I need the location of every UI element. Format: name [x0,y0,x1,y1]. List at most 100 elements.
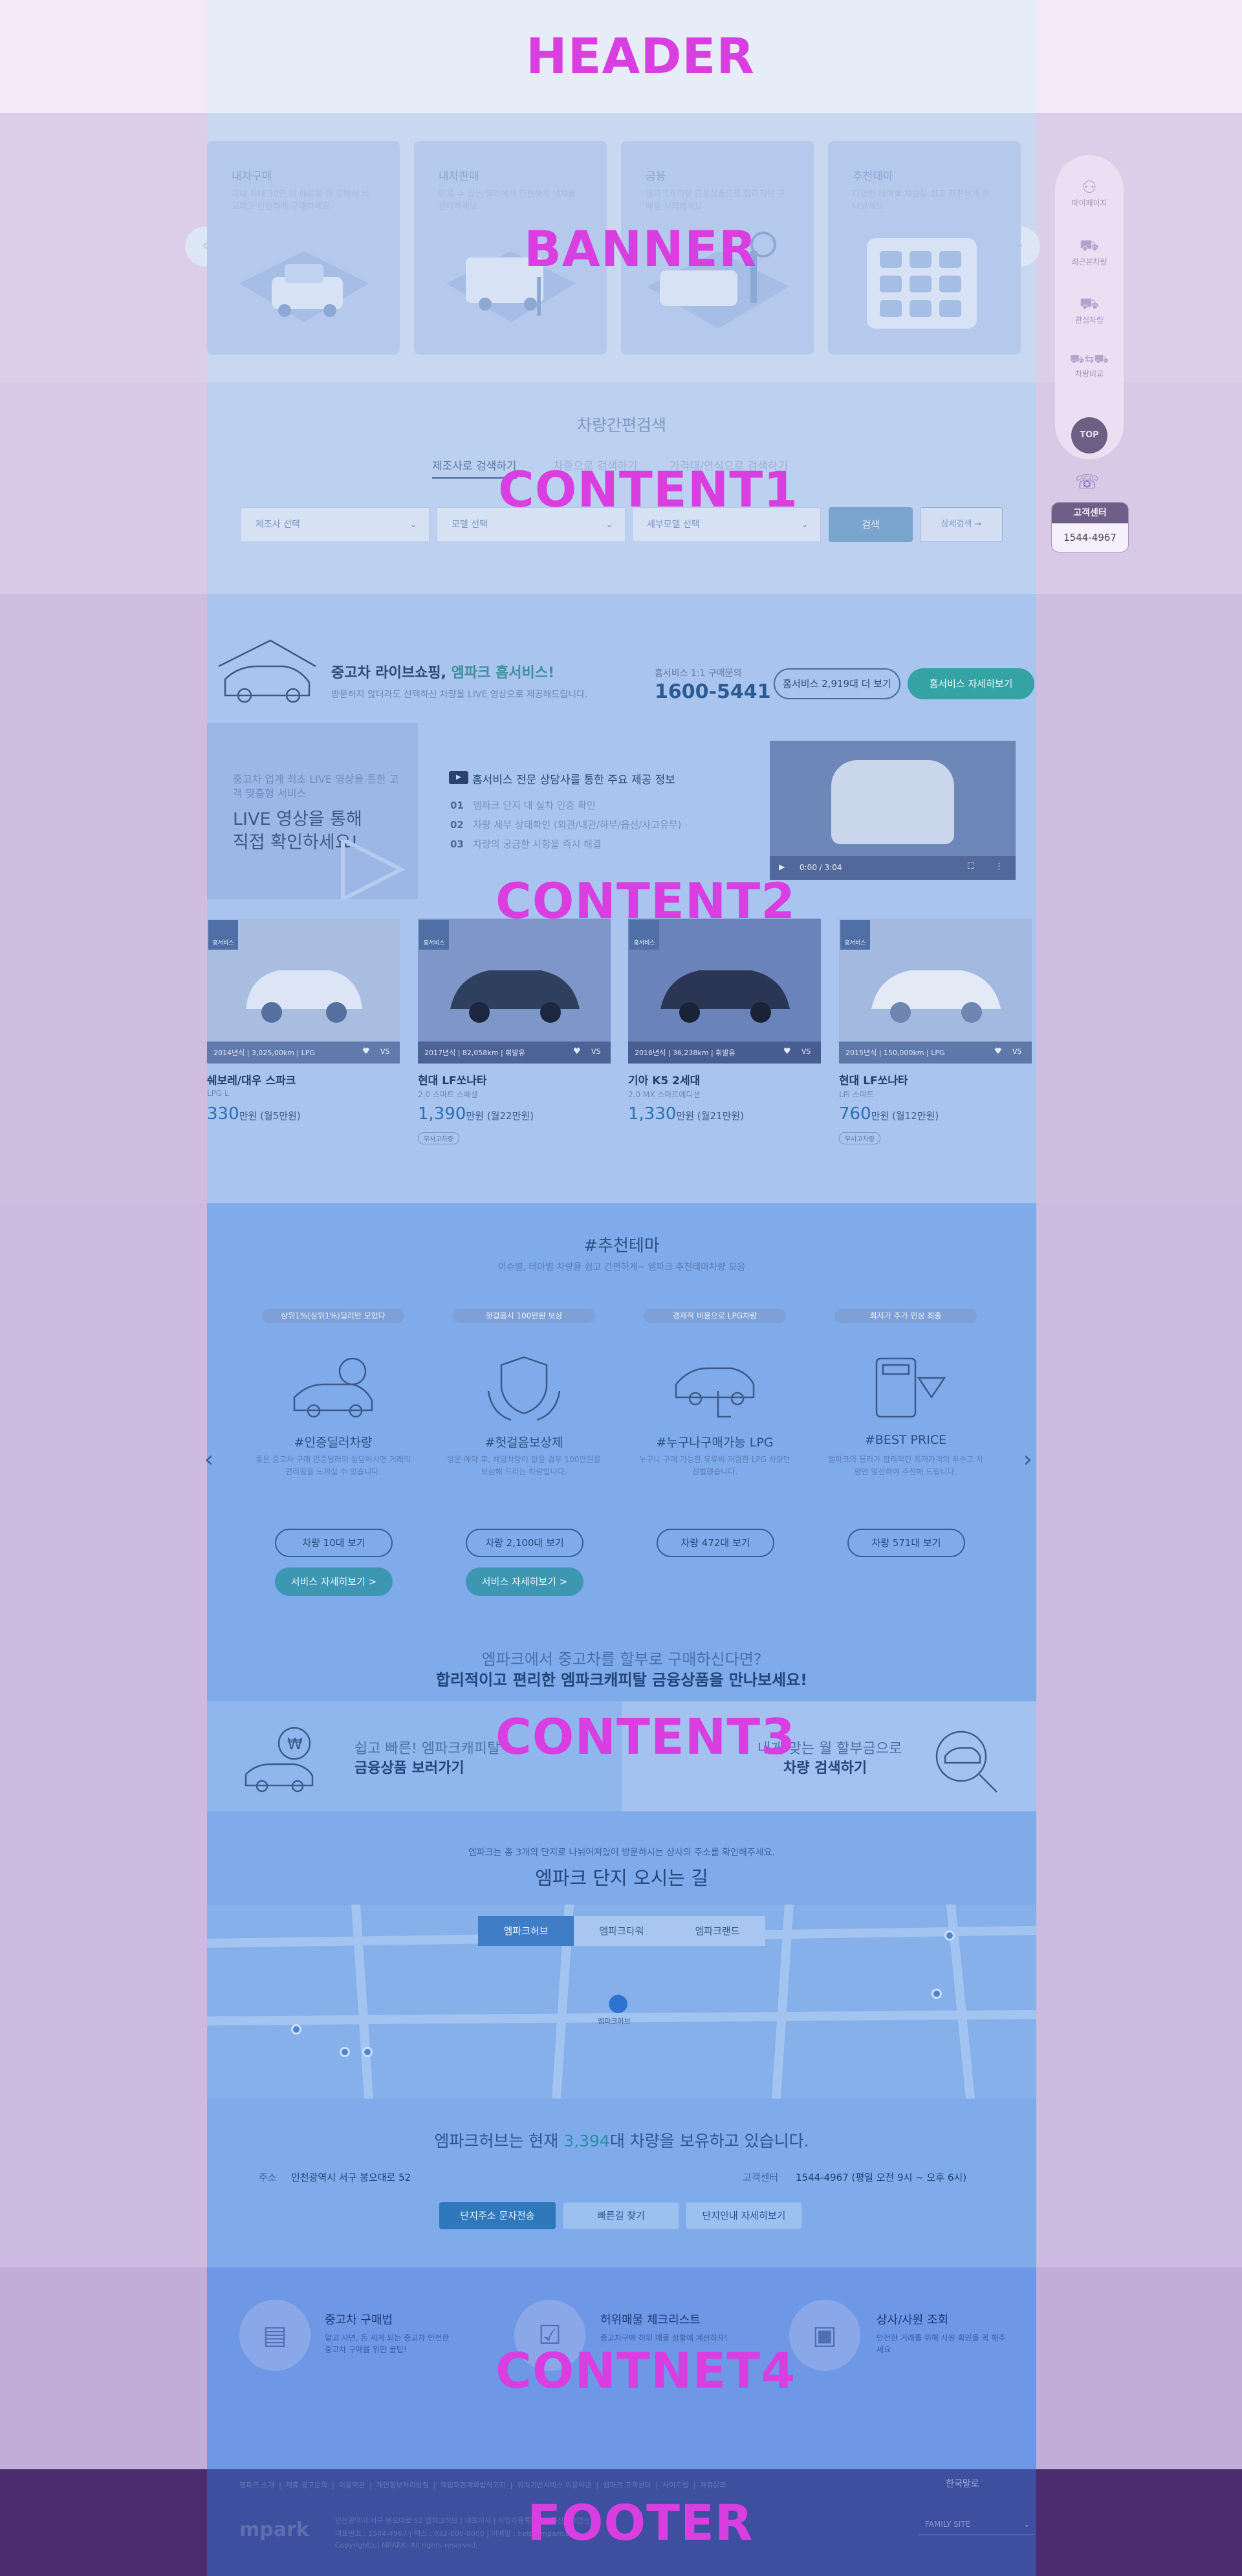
map-marker-icon[interactable] [944,1930,955,1941]
top-button[interactable]: TOP [1071,417,1107,453]
fullscreen-icon[interactable]: ⛶ [968,862,974,871]
price-unit: 만원 [466,1110,485,1122]
family-site-label: FAMILY SITE [925,2520,971,2529]
compare-vs-button[interactable]: VS [591,1047,601,1056]
theme-tag: 경제적 비용으로 LPG차량 [644,1309,786,1323]
map-marker-icon[interactable] [291,2024,301,2035]
theme-detail-button[interactable]: 서비스 자세히보기 > [275,1567,393,1596]
language-selector[interactable]: 한국말로 [946,2477,979,2490]
car-house-icon [218,639,316,703]
play-icon [341,840,406,899]
price-monthly: (월21만원) [697,1110,745,1122]
homeservice-detail-button[interactable]: 홈서비스 자세히보기 [908,668,1034,699]
map-marker-icon[interactable] [340,2047,350,2057]
video-play-icon[interactable]: ▶ [779,862,785,871]
calculator-illustration-icon [867,238,977,329]
price-value: 1,330 [628,1104,677,1124]
guide-circle: ▣ [789,2300,860,2371]
sidebar-item-mypage[interactable]: ⚇ 마이페이지 [1055,178,1124,208]
send-address-button[interactable]: 단지주소 문자전송 [439,2202,556,2229]
tab-hub[interactable]: 엠파크허브 [478,1916,574,1946]
info-text: 차량 세부 상태확인 (외관/내관/하부/옵션/사고유무) [473,819,682,831]
footer-link[interactable]: 사이트맵 [662,2481,688,2489]
chevron-down-icon: ⌄ [1023,2520,1030,2529]
heart-icon[interactable]: ♥ [573,1047,581,1056]
footer-copyright: Copyright(c) MPARK. All rights reserved. [335,2541,478,2549]
heart-icon[interactable]: ♥ [783,1047,791,1056]
sidebar-item-recent[interactable]: ⛟ 최근본차량 [1055,236,1124,267]
map-marker-icon[interactable] [362,2047,373,2057]
region-label-banner: BANNER [524,220,757,278]
detail-search-button[interactable]: 상세검색 → [920,507,1003,542]
theme-prev-arrow[interactable]: ‹ [204,1446,213,1472]
theme-tag: 헛걸음시 100만원 보상 [453,1309,595,1323]
live-small-text: 중고차 업계 최초 LIVE 영상을 통한 고객 맞춤형 서비스 [233,773,399,800]
theme-next-arrow[interactable]: › [1023,1446,1032,1472]
theme-item-desc: 엠파크의 딜러가 합리적인 최저가격의 우수고 차량만 엄선하여 추천해 드립니… [828,1455,983,1476]
tab-tower[interactable]: 엠파크타워 [574,1916,670,1946]
footer-link[interactable]: 제휴 광고문의 [286,2481,327,2489]
sidebar-item-label: 마이페이지 [1071,199,1107,208]
guide-title[interactable]: 중고차 구매법 [325,2311,393,2328]
banner-card-title: 금융 [646,170,666,183]
guide-title[interactable]: 허위매물 체크리스트 [600,2311,701,2328]
banner-card-theme[interactable]: 추천테마 다양한 테마별 차량을 쉽고 간편하게 만나보세요 [828,141,1021,355]
live-banner: 중고차 업계 최초 LIVE 영상을 통한 고객 맞춤형 서비스 LIVE 영상… [207,723,418,899]
banner-card-title: 추천테마 [853,170,893,183]
address-value: 인천광역시 서구 봉오대로 52 [291,2172,411,2183]
homeservice-count-button[interactable]: 홈서비스 2,919대 더 보기 [774,668,900,699]
cs-label: 고객센터 [1052,503,1128,523]
more-icon[interactable]: ⋮ [995,862,1003,871]
theme-view-button[interactable]: 차량 10대 보기 [275,1529,393,1557]
price-monthly: (월22만원) [486,1110,534,1122]
compare-vs-button[interactable]: VS [1012,1047,1022,1056]
region-label-footer: FOOTER [527,2494,754,2551]
footer-link[interactable]: 이용약관 [339,2481,365,2489]
maker-select[interactable]: 제조사 선택 ⌄ [241,507,430,542]
user-add-icon: ⚇ [1082,178,1097,197]
guide-desc: 안전한 거래를 위해 사원 확인을 꼭 해주세요 [877,2333,1006,2354]
car-meta: 2014년식 | 3,025,00km | LPG [213,1049,315,1057]
sidebar-item-compare[interactable]: ⛟⇆⛟ 차량비교 [1055,353,1124,379]
footer-link[interactable]: 엠파크 소개 [239,2481,274,2489]
car-name[interactable]: 현대 LF쏘나타 [839,1071,908,1087]
car-illustration-icon [239,251,369,322]
theme-view-button[interactable]: 차량 472대 보기 [657,1529,774,1557]
finance-question: 엠파크에서 중고차를 할부로 구매하신다면? [481,1650,762,1668]
footer-link[interactable]: 책임의한계와법적고지 [441,2481,506,2489]
footer-link[interactable]: 제휴문의 [700,2481,726,2489]
search-button[interactable]: 검색 [829,507,913,542]
heart-icon[interactable]: ♥ [362,1047,370,1056]
complex-guide-button[interactable]: 단지안내 자세히보기 [686,2202,802,2229]
theme-detail-button[interactable]: 서비스 자세히보기 > [466,1567,583,1596]
video-player[interactable]: ▶ 0:00 / 3:04 ⛶ ⋮ [770,741,1016,880]
quick-route-button[interactable]: 빠른길 찾기 [563,2202,679,2229]
theme-view-button[interactable]: 차량 2,100대 보기 [466,1529,583,1557]
car-meta: 2016년식 | 36,238km | 휘발유 [635,1049,735,1057]
homeservice-brand: 엠파크 홈서비스! [451,665,554,681]
footer-link[interactable]: 위치기반서비스 이용약관 [518,2481,592,2489]
compare-vs-button[interactable]: VS [380,1047,390,1056]
info-no: 02 [450,819,464,831]
map-pin-label: 엠파크허브 [598,2017,631,2025]
banner-card-buy[interactable]: 내차구매 국내 최대 30만 대 매물을 한 곳에서 비교하고 안전하게 구매하… [207,141,400,355]
family-site-select[interactable]: FAMILY SITE ⌄ [919,2513,1035,2535]
map-marker-icon[interactable] [932,1989,942,1999]
price-value: 330 [207,1104,239,1124]
heart-icon[interactable]: ♥ [994,1047,1002,1056]
car-name[interactable]: 현대 LF쏘나타 [418,1071,487,1087]
no-accident-label: 무사고차량 [418,1132,459,1144]
car-name[interactable]: 기아 K5 2세대 [628,1071,700,1087]
footer-link[interactable]: 엠파크 고객센터 [603,2481,651,2489]
tab-land[interactable]: 엠파크랜드 [670,1916,765,1946]
video-icon: ▶ [449,771,468,784]
compare-vs-button[interactable]: VS [801,1047,811,1056]
sidebar-item-favorite[interactable]: ⛟ 관심차량 [1055,294,1124,325]
footer-link[interactable]: 개인정보처리방침 [376,2481,429,2489]
theme-view-button[interactable]: 차량 571대 보기 [847,1529,965,1557]
customer-center-box[interactable]: 고객센터 1544-4967 [1051,502,1129,552]
car-name[interactable]: 쉐보레/대우 스파크 [207,1071,296,1087]
guide-title[interactable]: 상사/사원 조회 [877,2311,948,2328]
theme-item-title: #BEST PRICE [864,1433,947,1447]
homeservice-badge: 홈서비스 [840,920,870,950]
